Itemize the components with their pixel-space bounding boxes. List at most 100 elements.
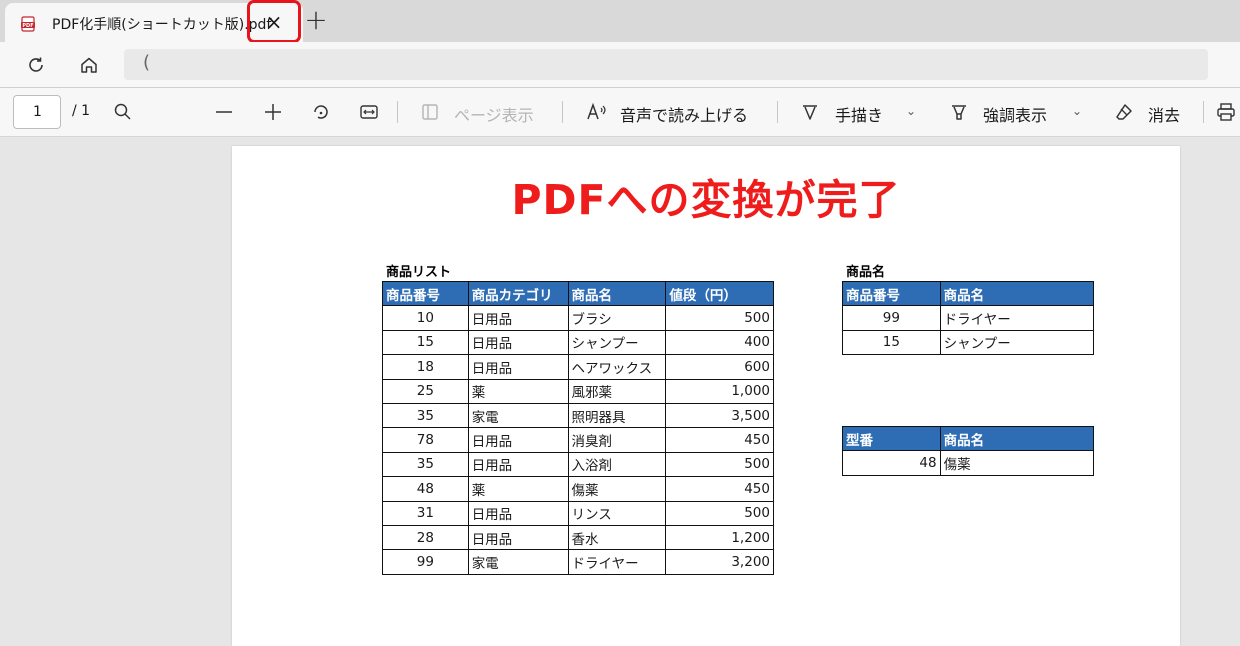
zoom-in-button[interactable] [261, 100, 285, 124]
table-cell: ヘアワックス [567, 354, 667, 380]
pdf-page: PDFへの変換が完了 商品リスト 商品番号 商品カテゴリ 商品名 値段（円） 10 日用… [232, 146, 1180, 646]
table-cell: 日用品 [467, 354, 569, 380]
table-cell: 78 [382, 427, 469, 453]
draw-button[interactable] [798, 100, 822, 124]
read-aloud-icon [587, 102, 606, 120]
table-cell: 600 [665, 354, 774, 380]
toolbar-divider [397, 101, 398, 123]
page-view-icon [422, 104, 438, 120]
table-cell: 傷薬 [567, 476, 667, 502]
pdf-toolbar: 1 / 1 ページ表示 音声で読み上げる 手描き ⌄ 強調表示 ⌄ 消去 [0, 88, 1240, 137]
column-header: 商品番号 [382, 280, 469, 307]
table-header-row: 商品番号 商品カテゴリ 商品名 値段（円） [382, 280, 774, 307]
home-button[interactable] [75, 51, 103, 79]
table-cell: 10 [382, 305, 469, 331]
table-cell: 日用品 [467, 305, 569, 331]
table-cell: 日用品 [467, 524, 569, 551]
column-header: 値段（円） [665, 280, 774, 307]
table-row: 48 薬傷薬 450 [382, 476, 774, 502]
table-row: 10 日用品 ブラシ 500 [382, 305, 774, 331]
table-row: 15 シャンプー [842, 329, 1095, 356]
table-cell: 500 [665, 305, 774, 331]
table-cell: 35 [382, 451, 469, 478]
column-header: 商品カテゴリ [467, 280, 569, 307]
read-aloud-label[interactable]: 音声で読み上げる [620, 102, 748, 126]
highlight-button[interactable] [947, 100, 971, 124]
draw-chevron-down-icon[interactable]: ⌄ [906, 104, 916, 118]
rotate-icon [314, 105, 328, 119]
table-cell: 450 [665, 476, 774, 502]
table-cell: シャンプー [567, 329, 667, 356]
highlight-chevron-down-icon[interactable]: ⌄ [1072, 104, 1082, 118]
table-cell: 15 [842, 329, 941, 356]
model-lookup-table: 型番 商品名 48 傷薬 [842, 425, 1095, 476]
tab-title: PDF化手順(ショートカット版).pdf [52, 17, 272, 33]
new-tab-button[interactable]: + [304, 6, 328, 35]
table-cell: 香水 [567, 524, 667, 551]
table-cell: 家電 [467, 549, 569, 575]
table-cell: 日用品 [467, 500, 569, 526]
table-cell: シャンプー [939, 329, 1095, 356]
erase-label[interactable]: 消去 [1148, 102, 1180, 126]
page-number-input[interactable]: 1 [13, 95, 61, 129]
table-cell: 35 [382, 402, 469, 429]
plus-icon: + [304, 3, 328, 36]
read-aloud-button[interactable] [585, 100, 609, 124]
highlight-icon [952, 105, 966, 120]
table-cell: 450 [665, 427, 774, 453]
table-row: 25 薬風邪薬 1,000 [382, 378, 774, 404]
print-icon [1217, 103, 1235, 121]
navigation-bar: ( [0, 42, 1240, 87]
table-cell: 照明器具 [567, 402, 667, 429]
search-button[interactable] [111, 100, 135, 124]
column-header: 商品番号 [842, 280, 941, 307]
highlight-label[interactable]: 強調表示 [983, 102, 1047, 126]
close-icon: × [265, 9, 283, 34]
column-header: 商品名 [939, 425, 1095, 452]
erase-button[interactable] [1112, 100, 1136, 124]
table-row: 99 家電 ドライヤー 3,200 [382, 549, 774, 575]
eraser-icon [1116, 104, 1132, 120]
fit-width-button[interactable] [357, 100, 381, 124]
home-icon [81, 57, 97, 73]
table-row: 31 日用品 リンス 500 [382, 500, 774, 526]
table-cell: 31 [382, 500, 469, 526]
table-cell: ドライヤー [567, 549, 667, 575]
svg-text:PDF: PDF [22, 23, 33, 29]
table-cell: 500 [665, 451, 774, 478]
product-list-table: 商品番号 商品カテゴリ 商品名 値段（円） 10 日用品 ブラシ 500 15 日用品 シャンプー… [382, 280, 774, 575]
table-cell: 400 [665, 329, 774, 356]
table-cell: 消臭剤 [567, 427, 667, 453]
plus-icon [265, 104, 281, 120]
page-total: / 1 [72, 103, 91, 119]
toolbar-divider [777, 101, 778, 123]
document-title: PDFへの変換が完了 [511, 176, 901, 224]
table-cell: 500 [665, 500, 774, 526]
table-cell: 日用品 [467, 329, 569, 356]
close-tab-button[interactable]: × [247, 0, 301, 43]
table-cell: 薬 [467, 378, 569, 404]
draw-label[interactable]: 手描き [835, 102, 883, 126]
page-view-button[interactable] [418, 100, 442, 124]
table-cell: 傷薬 [939, 450, 1095, 476]
table-row: 35 日用品 入浴剤 500 [382, 451, 774, 478]
column-header: 商品名 [939, 280, 1095, 307]
print-button[interactable] [1214, 100, 1238, 124]
table-row: 28 日用品 香水 1,200 [382, 524, 774, 551]
column-header: 商品名 [567, 280, 667, 307]
table-cell: 日用品 [467, 451, 569, 478]
table-cell: 99 [842, 305, 941, 331]
table-cell: 1,200 [665, 524, 774, 551]
table-cell: 48 [842, 450, 941, 476]
fit-width-icon [360, 105, 378, 119]
zoom-out-button[interactable] [212, 100, 236, 124]
table-header-row: 型番 商品名 [842, 425, 1095, 452]
refresh-button[interactable] [22, 51, 50, 79]
table-row: 78 日用品 消臭剤 450 [382, 427, 774, 453]
rotate-button[interactable] [309, 100, 333, 124]
table-row: 99 ドライヤー [842, 305, 1095, 331]
toolbar-divider [1203, 101, 1204, 123]
address-bar[interactable] [124, 49, 1208, 80]
name-lookup-table: 商品番号 商品名 99 ドライヤー 15 シャンプー [842, 280, 1095, 356]
table-cell: 25 [382, 378, 469, 404]
